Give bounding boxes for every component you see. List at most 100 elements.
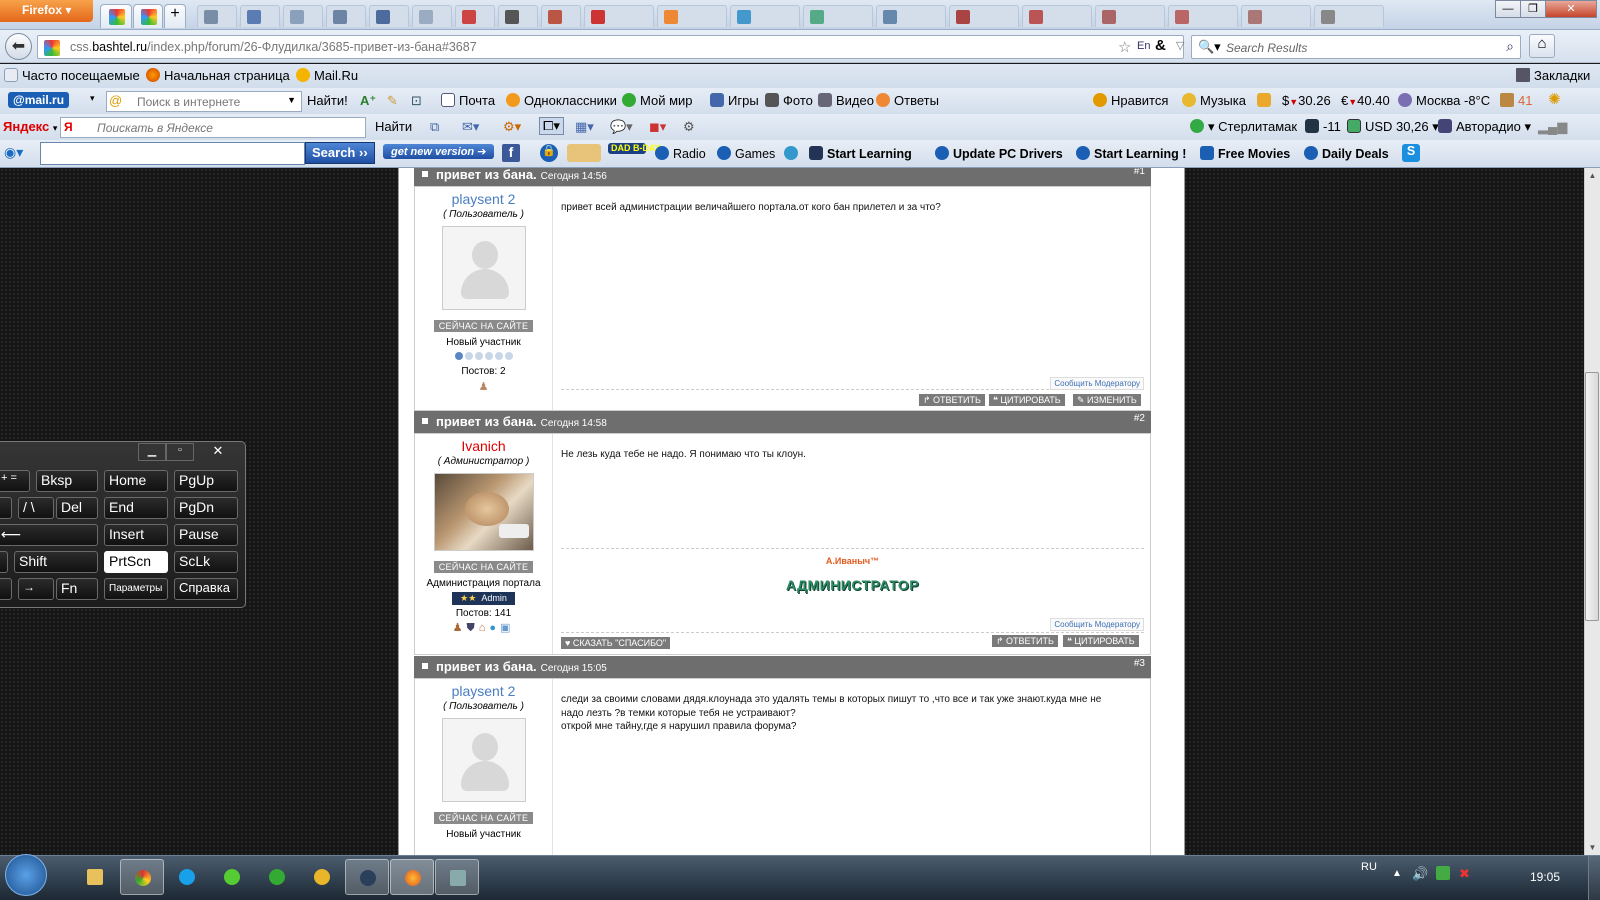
mail-item-games[interactable]: Игры [710,93,759,108]
mail-item-photo[interactable]: Фото [765,93,813,108]
tab-13[interactable] [657,5,727,27]
scroll-down-icon[interactable]: ▼ [1585,840,1600,855]
language-indicator[interactable]: RU [1361,861,1377,873]
bar-tool-icon[interactable]: ⚙▾ [503,119,521,135]
osk-key-pgdn[interactable]: PgDn [174,497,238,519]
grid-tool-icon[interactable]: ▦▾ [575,119,594,135]
weather-widget[interactable]: Москва -8°C [1398,93,1490,108]
mail-find-button[interactable]: Найти! [307,93,348,108]
tab-2[interactable] [133,4,163,28]
firefox-menu-button[interactable]: Firefox ▾ [0,0,93,22]
like-button[interactable]: Нравится [1093,93,1168,108]
zoom-icon[interactable]: ⊡ [411,93,422,109]
city-weather[interactable]: ▾ Стерлитамак [1190,119,1297,135]
taskbar-firefox[interactable] [390,859,434,895]
tab-14[interactable] [730,5,800,27]
clock[interactable]: 19:05 [1530,870,1560,884]
star-bookmark-icon[interactable]: ☆ [1118,38,1131,56]
tab-22[interactable] [1314,5,1384,27]
say-thanks-button[interactable]: ♥ СКАЗАТЬ "СПАСИБО" [561,637,671,649]
dad-bday-icon[interactable]: DAD B-DAY [608,143,661,154]
minimize-button[interactable]: — [1495,0,1521,18]
bookmark-start-page[interactable]: Начальная страница [146,68,290,83]
dropdown-arrow-icon[interactable]: ▼ [287,95,296,105]
osk-close-button[interactable]: ✕ [200,443,236,461]
mail-item-answers[interactable]: Ответы [876,93,939,108]
close-window-button[interactable]: ✕ [1545,0,1597,18]
games-link[interactable]: Games [717,146,775,161]
toolbar-logo-icon[interactable]: ◉▾ [4,144,23,161]
lock-icon[interactable]: 🔒 [540,144,558,162]
tab-8[interactable] [412,5,452,27]
yandex-logo[interactable]: Яндекс ▾ [3,119,57,134]
cat-avatar-image[interactable] [433,473,534,551]
highlight-icon[interactable]: ✎ [387,93,398,109]
osk-key-enter[interactable]: ⟵ [0,524,98,546]
search-box[interactable]: 🔍▾ Search Results ⌕ [1191,35,1521,59]
translate-tool-icon[interactable]: ⧉ [430,119,439,135]
network-icon[interactable] [1436,866,1450,880]
taskbar-skype[interactable] [165,859,209,895]
tab-5[interactable] [283,5,323,27]
toolbar-search-button[interactable]: Search ›› [305,142,375,164]
back-button[interactable]: ⬅ [5,33,32,60]
translate-icon[interactable]: En [1137,40,1150,52]
osk-key-pause[interactable]: Pause [174,524,238,546]
scrollbar-thumb[interactable] [1585,372,1599,621]
post-number[interactable]: #1 [1134,168,1145,177]
update-drivers-link[interactable]: Update PC Drivers [935,146,1063,161]
twitter-icon[interactable] [784,146,802,161]
tab-12[interactable] [584,5,654,27]
osk-maximize-button[interactable]: ▫ [166,443,194,461]
osk-minimize-button[interactable]: ▁ [138,443,166,461]
font-size-icon[interactable]: A⁺ [360,93,376,109]
bookmark-most-visited[interactable]: Часто посещаемые [4,68,140,83]
mail-tool-icon[interactable]: ✉▾ [462,119,479,135]
tab-9[interactable] [455,5,495,27]
tab-10[interactable] [498,5,538,27]
skype-icon[interactable]: S [1402,144,1420,162]
tab-active[interactable] [100,4,132,28]
tab-15[interactable] [803,5,873,27]
reply-button[interactable]: ↱ ОТВЕТИТЬ [919,394,985,406]
mail-search-input[interactable]: @ Поиск в интернете ▼ [106,91,302,112]
avatar[interactable] [441,718,526,802]
search-icon[interactable]: ⌕ [1506,38,1514,55]
dropdown-arrow-icon[interactable]: ▽ [1176,39,1184,52]
taskbar-chrome[interactable] [120,859,164,895]
mail-item-ok[interactable]: Одноклассники [506,93,617,108]
temperature[interactable]: -11 [1305,119,1341,134]
get-new-version-button[interactable]: get new version ➔ [383,144,495,159]
username-link[interactable]: playsent 2 [415,683,552,699]
osk-key-options[interactable]: Параметры [104,578,168,600]
url-bar[interactable]: css.bashtel.ru/index.php/forum/26-Флудил… [37,35,1206,59]
tab-3[interactable] [197,5,237,27]
traffic-widget[interactable]: 41 [1500,93,1532,108]
edit-button[interactable]: ✎ ИЗМЕНИТЬ [1073,394,1141,406]
osk-key-backslash[interactable]: / \ [18,497,54,519]
show-hidden-icons[interactable]: ▲ [1392,868,1402,879]
mail-item-video[interactable]: Видео [818,93,874,108]
taskbar-keyboard[interactable] [435,859,479,895]
home-button[interactable]: ⌂ [1529,34,1555,58]
osk-key-help[interactable]: Справка [174,578,238,600]
tab-4[interactable] [240,5,280,27]
osk-key-sclk[interactable]: ScLk [174,551,238,573]
bookmark-mailru[interactable]: Mail.Ru [296,68,358,83]
avatar[interactable] [441,226,526,310]
toolbar-search-input[interactable] [40,142,305,165]
free-movies-link[interactable]: Free Movies [1200,146,1290,161]
taskbar-app[interactable] [300,859,344,895]
scroll-up-icon[interactable]: ▲ [1585,168,1600,183]
osk-key-left-edge[interactable] [0,551,8,573]
osk-key-prtscn[interactable]: PrtScn [104,551,168,573]
daily-deals-link[interactable]: Daily Deals [1304,146,1389,161]
report-moderator-link[interactable]: Сообщить Модератору [1050,377,1144,390]
osk-key-home[interactable]: Home [104,470,168,492]
cube-tool-icon[interactable]: ◼▾ [649,119,666,135]
reply-button[interactable]: ↱ ОТВЕТИТЬ [992,635,1058,647]
chat-tool-icon[interactable]: 💬▾ [610,119,633,135]
wallet-icon[interactable] [1257,93,1275,108]
start-learning-2-link[interactable]: Start Learning ! [1076,146,1186,161]
volume-icon[interactable]: 🔊 [1412,866,1428,882]
